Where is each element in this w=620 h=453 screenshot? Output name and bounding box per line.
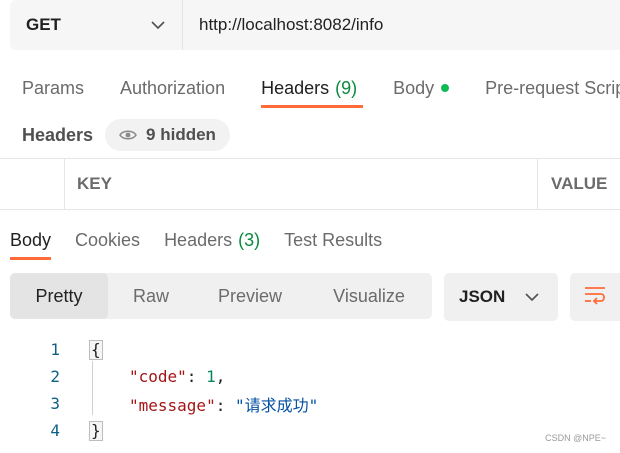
response-headers-count: (3) xyxy=(238,229,261,250)
json-number: 1 xyxy=(206,367,216,386)
code-line: 4 } xyxy=(0,417,620,444)
code-line: 3 "message": "请求成功" xyxy=(0,390,620,417)
tab-label: Cookies xyxy=(75,229,141,250)
method-label: GET xyxy=(26,15,61,34)
json-key: "code" xyxy=(129,367,187,386)
json-colon: : xyxy=(186,367,207,386)
json-comma: , xyxy=(215,367,226,386)
watermark: CSDN @NPE~ xyxy=(545,433,606,443)
code-line: 2 "code": 1, xyxy=(0,363,620,390)
view-mode-toggle: Pretty Raw Preview Visualize xyxy=(10,273,432,319)
view-raw-button[interactable]: Raw xyxy=(108,273,194,319)
tab-label: Headers xyxy=(261,77,330,98)
tab-label: Params xyxy=(22,77,85,98)
json-key: "message" xyxy=(129,395,216,415)
tab-label: Authorization xyxy=(120,77,226,98)
url-input[interactable] xyxy=(183,0,613,50)
request-tabs: Params Authorization Headers (9) Body Pr… xyxy=(22,68,620,112)
view-visualize-button[interactable]: Visualize xyxy=(306,273,432,319)
line-content: "message": "请求成功" xyxy=(129,392,318,416)
tab-headers[interactable]: Headers (9) xyxy=(261,68,364,108)
wrap-lines-button[interactable] xyxy=(570,273,620,321)
tab-label: Body xyxy=(10,229,52,250)
tab-pre-request-script[interactable]: Pre-request Script xyxy=(485,68,620,108)
line-number: 4 xyxy=(50,421,60,440)
code-line: 1 { xyxy=(0,336,620,363)
response-body-editor[interactable]: 1 { 2 "code": 1, 3 "message": "请求成功" 4 } xyxy=(0,334,620,453)
eye-icon xyxy=(119,129,137,141)
headers-section: Headers 9 hidden xyxy=(22,119,230,151)
format-select[interactable]: JSON xyxy=(444,273,558,321)
tab-body[interactable]: Body xyxy=(393,68,450,108)
chevron-down-icon xyxy=(150,17,166,33)
headers-table: KEY VALUE xyxy=(0,158,620,210)
close-brace: } xyxy=(89,420,103,441)
tab-params[interactable]: Params xyxy=(22,68,84,108)
tab-authorization[interactable]: Authorization xyxy=(120,68,225,108)
open-brace: { xyxy=(89,339,103,360)
column-header-value: VALUE xyxy=(551,174,608,193)
line-number: 3 xyxy=(50,394,60,413)
column-header-key: KEY xyxy=(65,159,538,209)
tab-label: Body xyxy=(393,77,435,98)
tab-cookies[interactable]: Cookies xyxy=(75,222,140,258)
tab-label: Headers xyxy=(164,229,233,250)
line-number: 2 xyxy=(50,367,60,386)
format-label: JSON xyxy=(459,287,506,306)
json-colon: : xyxy=(215,395,235,415)
headers-count: (9) xyxy=(335,77,358,98)
view-pretty-button[interactable]: Pretty xyxy=(10,273,108,319)
wrap-lines-icon xyxy=(583,285,607,310)
line-content: } xyxy=(89,420,103,441)
line-content: "code": 1, xyxy=(129,367,225,386)
view-preview-button[interactable]: Preview xyxy=(194,273,306,319)
hidden-headers-toggle[interactable]: 9 hidden xyxy=(105,119,230,151)
line-number: 1 xyxy=(50,340,60,359)
headers-title: Headers xyxy=(22,124,94,145)
tab-response-body[interactable]: Body xyxy=(10,222,52,260)
json-string: "请求成功" xyxy=(234,395,319,415)
body-indicator-dot xyxy=(441,84,450,92)
checkbox-column xyxy=(0,159,65,209)
tab-label: Pre-request Script xyxy=(485,77,620,98)
tab-label: Test Results xyxy=(284,229,383,250)
hidden-count-label: 9 hidden xyxy=(146,125,216,144)
response-tabs: Body Cookies Headers (3) Test Results xyxy=(10,222,406,262)
request-url-bar: GET xyxy=(10,0,620,50)
line-content: { xyxy=(89,339,103,360)
tab-response-headers[interactable]: Headers (3) xyxy=(164,222,260,258)
tab-test-results[interactable]: Test Results xyxy=(284,222,382,258)
method-select[interactable]: GET xyxy=(10,0,183,50)
chevron-down-icon xyxy=(524,289,540,305)
